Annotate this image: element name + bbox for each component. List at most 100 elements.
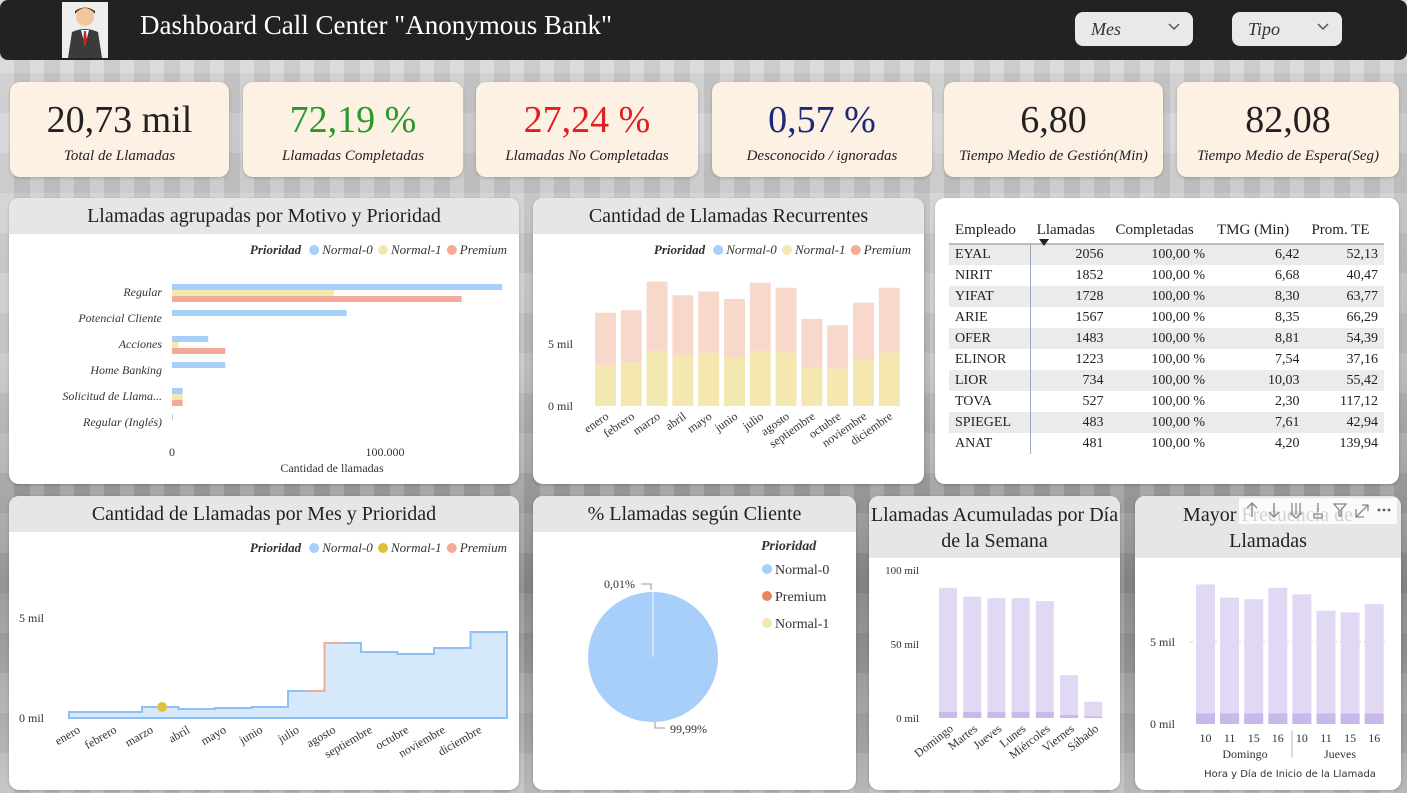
table-cell: EYAL bbox=[949, 244, 1032, 265]
kpi-label: Total de Llamadas bbox=[63, 148, 176, 164]
category-label: Regular bbox=[122, 285, 162, 299]
hour-chart-card: Mayor Frecuencia de Llamadas 0 mil5 mil1… bbox=[1135, 496, 1401, 790]
y-tick-label: 5 mil bbox=[548, 337, 574, 351]
bar bbox=[172, 394, 183, 400]
column-header[interactable]: Prom. TE bbox=[1305, 216, 1384, 245]
x-tick-label: marzo bbox=[630, 409, 663, 438]
bar bbox=[172, 296, 462, 302]
bar-normal-1 bbox=[853, 359, 874, 406]
y-tick-label: 5 mil bbox=[19, 611, 45, 625]
x-axis-title: Hora y Día de Inicio de la Llamada bbox=[1204, 768, 1376, 780]
bar-base bbox=[1220, 713, 1240, 724]
expand-next-level-icon[interactable] bbox=[1309, 500, 1327, 520]
column-header-sorted[interactable]: Llamadas bbox=[1030, 216, 1110, 246]
legend-marker bbox=[782, 245, 792, 255]
bar-total bbox=[1220, 597, 1240, 724]
bar-total bbox=[1340, 612, 1360, 724]
table-row[interactable]: SPIEGEL 483 100,00 % 7,61 42,94 bbox=[949, 412, 1384, 433]
table-cell: 1223 bbox=[1075, 351, 1104, 367]
chart-title: Llamadas agrupadas por Motivo y Priorida… bbox=[9, 198, 519, 234]
legend-item: Normal-1 bbox=[775, 617, 829, 632]
x-tick-label: 100.000 bbox=[366, 445, 405, 459]
chart-title: Cantidad de Llamadas Recurrentes bbox=[533, 198, 924, 234]
bar-premium bbox=[853, 302, 874, 360]
focus-mode-icon[interactable] bbox=[1353, 500, 1371, 520]
header-bar: Dashboard Call Center "Anonymous Bank" M… bbox=[0, 0, 1407, 60]
table-row[interactable]: YIFAT 1728 100,00 % 8,30 63,77 bbox=[949, 286, 1384, 307]
x-tick-label: mayo bbox=[685, 409, 715, 436]
chart-title: Llamadas Acumuladas por Día de la Semana bbox=[869, 496, 1120, 558]
y-tick-label: 0 mil bbox=[548, 399, 574, 413]
x-tick-label: enero bbox=[52, 722, 82, 747]
y-tick-label: 0 mil bbox=[19, 711, 45, 725]
drill-down-icon[interactable] bbox=[1265, 500, 1283, 520]
kpi-not-completed: 27,24 % Llamadas No Completadas bbox=[476, 82, 698, 177]
legend-marker bbox=[378, 245, 388, 255]
table-cell: 139,94 bbox=[1339, 435, 1379, 451]
filter-icon[interactable] bbox=[1331, 500, 1349, 520]
bar-base bbox=[1316, 713, 1336, 724]
table-cell: 2056 bbox=[1030, 244, 1110, 265]
table-row[interactable]: NIRIT 1852 100,00 % 6,68 40,47 bbox=[949, 265, 1384, 286]
table-row[interactable]: TOVA 527 100,00 % 2,30 117,12 bbox=[949, 391, 1384, 412]
bar-total bbox=[987, 598, 1006, 718]
bar-total bbox=[1364, 604, 1384, 724]
kpi-label: Llamadas No Completadas bbox=[505, 148, 669, 164]
more-options-icon[interactable] bbox=[1375, 500, 1393, 520]
table-row[interactable]: EYAL 2056 100,00 % 6,42 52,13 bbox=[949, 244, 1384, 265]
table-cell: 63,77 bbox=[1305, 286, 1384, 307]
y-tick-label: 50 mil bbox=[891, 639, 919, 651]
bar-total bbox=[1035, 601, 1054, 718]
bar-premium bbox=[878, 287, 900, 353]
table-row[interactable]: ELINOR 1223 100,00 % 7,54 37,16 bbox=[949, 349, 1384, 370]
chart-title: % Llamadas según Cliente bbox=[533, 496, 856, 532]
x-tick-label: marzo bbox=[123, 722, 156, 749]
table-row[interactable]: OFER 1483 100,00 % 8,81 54,39 bbox=[949, 328, 1384, 349]
table-cell: LIOR bbox=[949, 370, 1032, 391]
column-header[interactable]: Empleado bbox=[949, 216, 1031, 245]
data-label: 0,01% bbox=[604, 577, 635, 591]
table-cell: 4,20 bbox=[1274, 435, 1300, 451]
legend-title: Prioridad bbox=[250, 540, 302, 555]
legend-item: Premium bbox=[459, 242, 507, 257]
x-tick-label: 11 bbox=[1224, 731, 1236, 745]
category-label: Regular (Inglés) bbox=[82, 415, 162, 429]
expand-all-icon[interactable] bbox=[1287, 500, 1305, 520]
table-cell: YIFAT bbox=[949, 286, 1032, 307]
kpi-avg-wait-time: 82,08 Tiempo Medio de Espera(Seg) bbox=[1177, 82, 1399, 177]
bar-premium bbox=[646, 281, 668, 352]
type-slicer[interactable]: Tipo bbox=[1232, 12, 1342, 46]
bar-normal-1 bbox=[724, 357, 745, 406]
column-header[interactable]: TMG (Min) bbox=[1211, 216, 1306, 245]
column-header[interactable]: Completadas bbox=[1109, 216, 1211, 245]
x-tick-label: 10 bbox=[1200, 731, 1212, 745]
legend-marker bbox=[446, 245, 457, 255]
legend-marker bbox=[850, 245, 861, 255]
bar-premium bbox=[595, 312, 616, 365]
dashboard-title: Dashboard Call Center "Anonymous Bank" bbox=[140, 10, 612, 40]
table-cell: 481 bbox=[1082, 435, 1104, 451]
table-cell: 7,54 bbox=[1274, 351, 1300, 367]
bar-total bbox=[963, 596, 982, 718]
bar-base bbox=[1292, 713, 1312, 724]
bar bbox=[172, 362, 226, 368]
table-cell: 100,00 % bbox=[1109, 412, 1211, 433]
month-slicer[interactable]: Mes bbox=[1075, 12, 1193, 46]
table-cell: 8,35 bbox=[1274, 309, 1300, 325]
x-tick-label: abril bbox=[166, 722, 193, 745]
y-tick-label: 0 mil bbox=[896, 713, 919, 725]
chart-title-text: Llamadas Acumuladas por Día de la Semana bbox=[870, 504, 1119, 552]
bar-premium bbox=[672, 295, 694, 355]
table-row[interactable]: LIOR 734 100,00 % 10,03 55,42 bbox=[949, 370, 1384, 391]
table-cell: 483 bbox=[1030, 412, 1110, 433]
bar-base bbox=[987, 712, 1006, 718]
category-label: Home Banking bbox=[89, 363, 162, 377]
drill-up-icon[interactable] bbox=[1243, 500, 1261, 520]
bar-premium bbox=[724, 298, 745, 358]
bar-premium bbox=[801, 318, 823, 368]
recurrent-chart-card: Cantidad de Llamadas Recurrentes Priorid… bbox=[533, 198, 924, 484]
table-row[interactable]: ANAT 481 100,00 % 4,20 139,94 bbox=[949, 433, 1384, 454]
table-row[interactable]: ARIE 1567 100,00 % 8,35 66,29 bbox=[949, 307, 1384, 328]
x-tick-label: 16 bbox=[1272, 731, 1284, 745]
x-tick-label: junio bbox=[711, 409, 740, 435]
